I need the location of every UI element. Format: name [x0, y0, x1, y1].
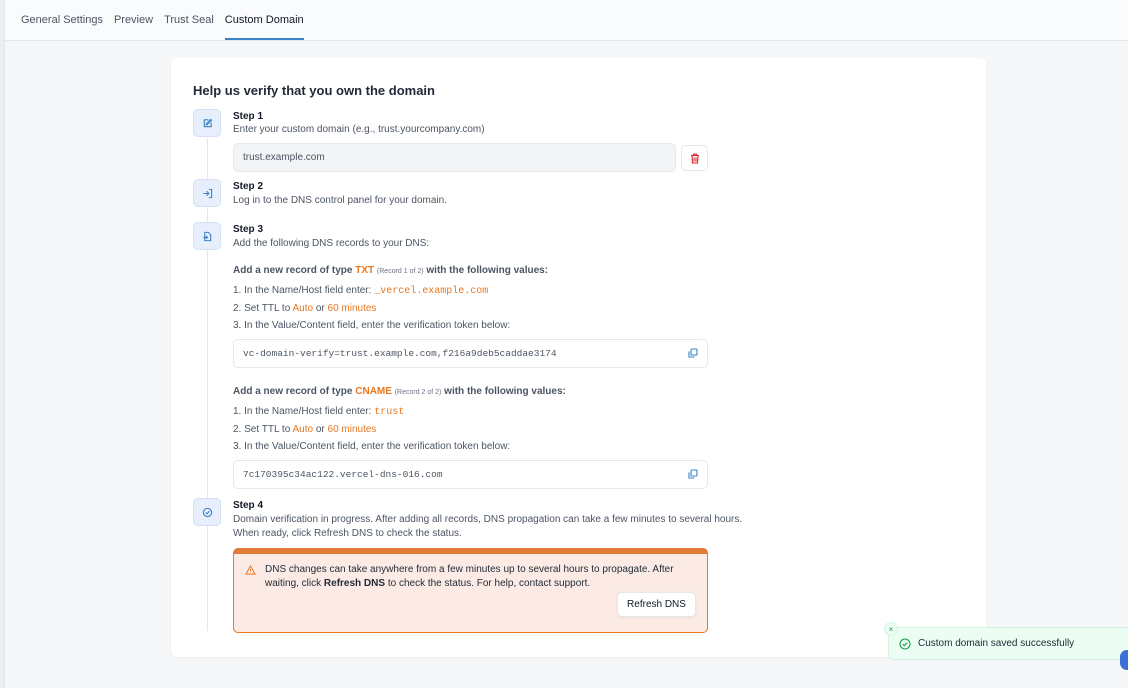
- success-toast: × Custom domain saved successfully: [884, 622, 1128, 660]
- record-2-token-box: 7c170395c34ac122.vercel-dns-016.com: [233, 460, 708, 489]
- custom-domain-input[interactable]: trust.example.com: [233, 143, 676, 172]
- dns-warning-box: DNS changes can take anywhere from a few…: [233, 548, 708, 633]
- tab-general-settings[interactable]: General Settings: [21, 14, 103, 40]
- record-2-host: trust: [374, 407, 405, 418]
- copy-icon[interactable]: [688, 469, 698, 479]
- record-1-line-2: 2. Set TTL to Auto or 60 minutes: [233, 303, 377, 314]
- step-2-desc: Log in to the DNS control panel for your…: [233, 195, 448, 206]
- chat-launcher[interactable]: [1120, 650, 1128, 670]
- left-panel-edge: [0, 0, 5, 688]
- record-1-type: TXT: [355, 265, 375, 276]
- record-2-line-1: 1. In the Name/Host field enter: trust: [233, 406, 405, 418]
- record-2-line-2: 2. Set TTL to Auto or 60 minutes: [233, 424, 377, 435]
- tab-trust-seal[interactable]: Trust Seal: [164, 14, 214, 40]
- settings-tabs: General Settings Preview Trust Seal Cust…: [5, 0, 1128, 41]
- record-1-token-box: vc-domain-verify=trust.example.com,f216a…: [233, 339, 708, 368]
- record-1-host: _vercel.example.com: [374, 286, 489, 297]
- warning-icon: [245, 565, 256, 575]
- check-circle-icon: [899, 637, 911, 650]
- step-1-title: Step 1: [233, 111, 264, 122]
- record-2-token: 7c170395c34ac122.vercel-dns-016.com: [243, 469, 443, 480]
- step-4-desc: Domain verification in progress. After a…: [233, 514, 743, 525]
- record-2-line-3: 3. In the Value/Content field, enter the…: [233, 441, 511, 452]
- tab-preview[interactable]: Preview: [114, 14, 153, 40]
- step-2-title: Step 2: [233, 181, 264, 192]
- delete-domain-button[interactable]: [681, 145, 708, 171]
- card-title: Help us verify that you own the domain: [193, 83, 435, 98]
- tab-custom-domain[interactable]: Custom Domain: [224, 14, 304, 40]
- close-icon[interactable]: ×: [884, 622, 898, 636]
- record-2-heading: Add a new record of type CNAME (Record 2…: [233, 386, 566, 397]
- step-3-desc: Add the following DNS records to your DN…: [233, 238, 430, 249]
- file-import-icon: [193, 222, 221, 250]
- toast-message: Custom domain saved successfully: [918, 638, 1075, 649]
- login-icon: [193, 179, 221, 207]
- record-1-token: vc-domain-verify=trust.example.com,f216a…: [243, 348, 557, 359]
- copy-icon[interactable]: [688, 348, 698, 358]
- step-4-desc-2: When ready, click Refresh DNS to check t…: [233, 528, 462, 539]
- record-1-line-3: 3. In the Value/Content field, enter the…: [233, 320, 511, 331]
- clock-check-icon: [193, 498, 221, 526]
- record-2-type: CNAME: [355, 386, 392, 397]
- step-1-desc: Enter your custom domain (e.g., trust.yo…: [233, 124, 485, 135]
- step-3-title: Step 3: [233, 224, 264, 235]
- timeline-line: [207, 138, 208, 631]
- edit-icon: [193, 109, 221, 137]
- refresh-dns-button[interactable]: Refresh DNS: [617, 592, 696, 617]
- record-1-line-1: 1. In the Name/Host field enter: _vercel…: [233, 285, 489, 297]
- trash-icon: [690, 153, 699, 164]
- step-4-title: Step 4: [233, 500, 264, 511]
- domain-verification-card: Help us verify that you own the domain S…: [171, 58, 986, 657]
- record-1-heading: Add a new record of type TXT (Record 1 o…: [233, 265, 549, 276]
- warning-text: DNS changes can take anywhere from a few…: [265, 564, 674, 589]
